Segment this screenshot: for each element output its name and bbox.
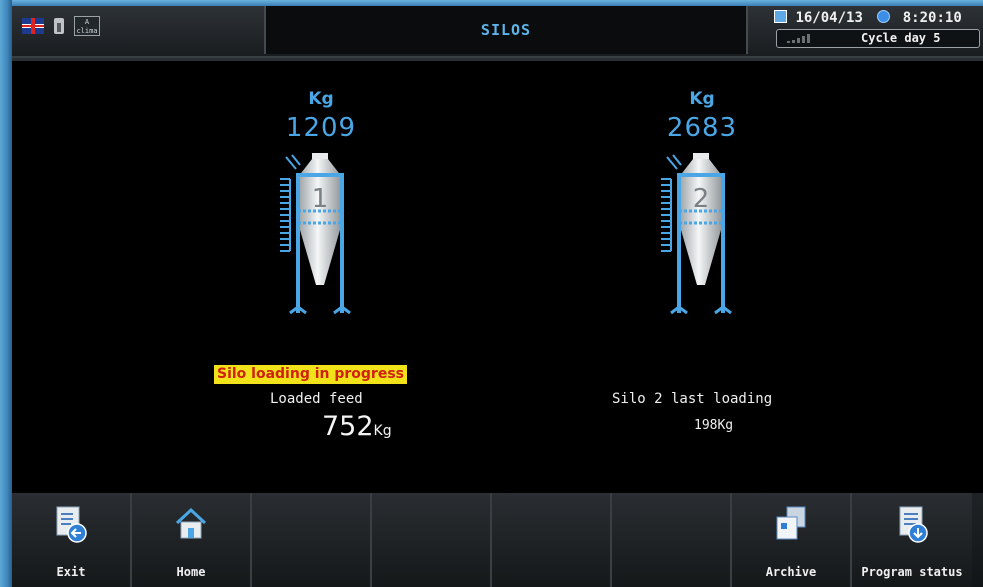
toolbar-slot-5[interactable] <box>492 493 612 587</box>
plug-icon <box>54 18 64 34</box>
silo-2-weight: 2683 <box>666 113 738 143</box>
time-text: 8:20:10 <box>902 10 962 26</box>
cycle-day-box: Cycle day 5 <box>776 29 980 48</box>
page-title: SILOS <box>264 6 748 54</box>
clock-icon <box>877 10 891 23</box>
loaded-feed-number: 752 <box>322 411 374 442</box>
last-loading-label: Silo 2 last loading <box>612 391 773 407</box>
cycle-day-text: Cycle day 5 <box>861 31 941 45</box>
exit-button[interactable]: Exit <box>12 493 132 587</box>
date-text: 16/04/13 <box>795 10 863 26</box>
climate-label: A <box>84 18 90 26</box>
home-button[interactable]: Home <box>132 493 252 587</box>
status-icons: A clima <box>22 16 100 36</box>
exit-label: Exit <box>56 565 86 579</box>
loading-status-banner: Silo loading in progress <box>214 365 407 384</box>
signal-icon <box>787 34 810 43</box>
home-label: Home <box>176 565 206 579</box>
silo-2-number: 2 <box>693 184 710 214</box>
bezel-left <box>0 0 12 587</box>
loaded-feed-unit: Kg <box>373 423 392 439</box>
archive-label: Archive <box>765 565 817 579</box>
archive-icon <box>776 506 806 540</box>
calendar-icon <box>774 10 787 23</box>
silo-1[interactable]: Kg 1209 1 <box>221 89 421 321</box>
climate-sub-label: clima <box>76 27 98 35</box>
archive-button[interactable]: Archive <box>732 493 852 587</box>
loaded-feed-label: Loaded feed <box>270 391 363 407</box>
silo-1-unit: Kg <box>308 89 334 109</box>
silo-1-icon: 1 <box>280 153 351 315</box>
loaded-feed-value: 752Kg <box>322 411 392 442</box>
toolbar-slot-3[interactable] <box>252 493 372 587</box>
silo-2-unit: Kg <box>689 89 715 109</box>
uk-flag-icon[interactable] <box>22 18 44 34</box>
silo-1-number: 1 <box>312 184 329 214</box>
program-status-label: Program status <box>861 565 963 579</box>
silo-2-icon: 2 <box>661 153 732 315</box>
silos-panel: Kg 1209 1 Kg 2683 2 Silo loading in prog… <box>12 58 983 496</box>
last-loading-value: 198Kg <box>694 418 734 433</box>
program-status-button[interactable]: Program status <box>852 493 972 587</box>
silo-2[interactable]: Kg 2683 2 <box>602 89 802 321</box>
home-icon <box>175 507 207 539</box>
silo-1-weight: 1209 <box>285 113 357 143</box>
climate-mode-icon[interactable]: A clima <box>74 16 100 36</box>
date-time: 16/04/13 8:20:10 <box>774 10 962 26</box>
toolbar-slot-4[interactable] <box>372 493 492 587</box>
header-bar: A clima SILOS 16/04/13 8:20:10 Cycle day… <box>12 6 983 58</box>
toolbar-slot-6[interactable] <box>612 493 732 587</box>
exit-icon <box>56 506 87 543</box>
program-status-icon <box>899 506 928 543</box>
bottom-toolbar: Exit Home Archive Program status <box>12 493 983 587</box>
